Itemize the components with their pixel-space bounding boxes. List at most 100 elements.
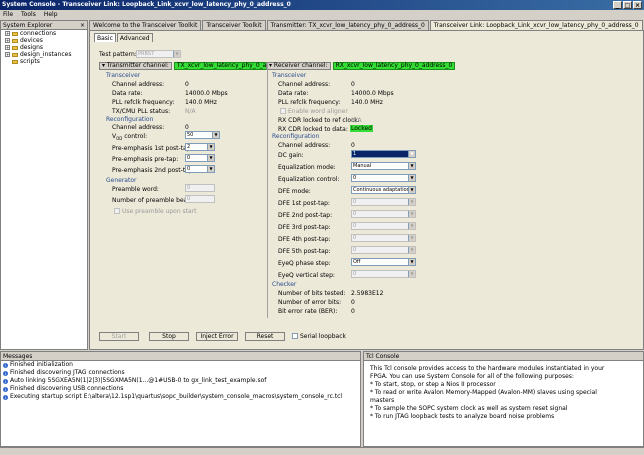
list-item: i Auto linking 5SGXEA5N(1|2|3)|5SGXMA5N(1… xyxy=(3,377,267,384)
system-explorer: System Explorer × + connections + devices … xyxy=(0,20,88,350)
title-bar: System Console - Transceiver Link: Loopb… xyxy=(0,0,644,10)
expand-icon[interactable]: + xyxy=(5,38,10,43)
rx-channel-name: RX_xcvr_low_latency_phy_0_address_0 xyxy=(332,61,456,70)
tx-data-rate-value: 14000.0 Mbps xyxy=(185,90,228,97)
rx-channel-button[interactable]: ▾ Receiver channel: xyxy=(266,61,331,70)
tcl-line: masters xyxy=(370,397,395,404)
tcl-line: * To read or write Avalon Memory-Mapped … xyxy=(370,389,597,396)
use-preamble-checkbox[interactable] xyxy=(114,208,120,214)
stop-button[interactable]: Stop xyxy=(149,332,189,341)
serial-loopback-checkbox[interactable] xyxy=(292,333,298,339)
menu-tools[interactable]: Tools xyxy=(21,10,36,20)
inject-error-button[interactable]: Inject Error xyxy=(196,332,238,341)
list-item: i Finished discovering USB connections xyxy=(3,385,124,392)
info-icon: i xyxy=(3,378,8,384)
pre-emphasis-2nd-label: Pre-emphasis 2nd post-tap: xyxy=(112,167,195,174)
expand-icon[interactable]: + xyxy=(5,45,10,50)
tree-item-scripts[interactable]: scripts xyxy=(1,58,87,65)
tx-refclk-value: 140.0 MHz xyxy=(185,99,217,106)
eyeq-vertical-label: EyeQ vertical step: xyxy=(278,272,335,279)
cdr-ref-label: RX CDR locked to ref clock: xyxy=(278,117,360,124)
eq-mode-select[interactable]: Manual ▼ xyxy=(351,162,416,170)
chevron-down-icon: ▼ xyxy=(408,259,415,265)
tree-item-devices[interactable]: + devices xyxy=(1,37,87,44)
tree-item-connections[interactable]: + connections xyxy=(1,30,87,37)
preamble-word-label: Preamble word: xyxy=(112,186,159,193)
ber-label: Bit error rate (BER): xyxy=(278,308,338,315)
dfe-4th-select[interactable]: 0 ▼ xyxy=(351,234,416,242)
error-bits-value: 0 xyxy=(351,299,355,306)
tab-transceiver-link[interactable]: Transceiver Link: Loopback_Link_xcvr_low… xyxy=(429,20,643,30)
dfe-1st-label: DFE 1st post-tap: xyxy=(278,200,330,207)
eyeq-phase-label: EyeQ phase step: xyxy=(278,260,331,267)
expand-icon[interactable]: + xyxy=(5,52,10,57)
word-aligner-checkbox[interactable] xyxy=(280,108,286,114)
preamble-beats-input[interactable]: 0 xyxy=(185,195,215,203)
panel-divider xyxy=(267,62,268,318)
dfe-mode-select[interactable]: Continuous adaptation ▼ xyxy=(351,186,416,194)
tx-pll-status-label: TX/CMU PLL status: xyxy=(112,108,171,115)
tcl-line: This Tcl console provides access to the … xyxy=(370,365,605,372)
tree-item-design-instances[interactable]: + design_instances xyxy=(1,51,87,58)
chevron-down-icon: ▼ xyxy=(408,199,415,205)
tx-channel-button[interactable]: ▾ Transmitter channel: xyxy=(99,61,172,70)
preamble-word-input[interactable]: 0 xyxy=(185,184,215,192)
dfe-2nd-select[interactable]: 0 ▼ xyxy=(351,210,416,218)
use-preamble-label: Use preamble upon start xyxy=(122,208,197,215)
close-icon[interactable]: × xyxy=(633,1,642,9)
close-icon[interactable]: × xyxy=(80,21,85,30)
pre-emphasis-2nd-select[interactable]: 0 ▼ xyxy=(185,165,215,173)
reset-button[interactable]: Reset xyxy=(245,332,285,341)
start-button[interactable]: Start xyxy=(99,332,139,341)
test-pattern-select[interactable]: PRBS7 ▼ xyxy=(136,50,181,58)
dfe-3rd-select[interactable]: 0 ▼ xyxy=(351,222,416,230)
tree-item-designs[interactable]: + designs xyxy=(1,44,87,51)
menu-file[interactable]: File xyxy=(3,10,13,20)
rx-data-rate-label: Data rate: xyxy=(278,90,309,97)
tab-basic[interactable]: Basic xyxy=(94,33,116,42)
rx-reconfig-address-label: Channel address: xyxy=(278,142,331,149)
folder-icon xyxy=(12,52,18,57)
dfe-5th-label: DFE 5th post-tap: xyxy=(278,248,331,255)
tcl-line: * To start, stop, or step a Nios II proc… xyxy=(370,381,496,388)
eyeq-phase-select[interactable]: Off ▼ xyxy=(351,258,416,266)
vod-control-select[interactable]: 50 ▼ xyxy=(185,131,220,139)
tcl-console-pane[interactable]: Tcl Console This Tcl console provides ac… xyxy=(363,351,644,447)
maximize-icon[interactable]: □ xyxy=(623,1,632,9)
info-icon: i xyxy=(3,370,8,376)
vod-control-label: VOD control: xyxy=(112,133,148,142)
list-item: i Finished initialization xyxy=(3,361,73,368)
rx-refclk-label: PLL refclk frequency: xyxy=(278,99,341,106)
dc-gain-select[interactable]: 1 ▼ xyxy=(351,150,416,158)
rx-channel-bar: ▾ Receiver channel: RX_xcvr_low_latency_… xyxy=(266,61,456,70)
minimize-icon[interactable]: _ xyxy=(613,1,622,9)
rx-channel-address-value: 0 xyxy=(351,81,355,88)
tab-welcome[interactable]: Welcome to the Transceiver Toolkit xyxy=(89,20,202,30)
folder-icon xyxy=(12,59,18,64)
pre-emphasis-pre-label: Pre-emphasis pre-tap: xyxy=(112,156,179,163)
eyeq-vertical-select[interactable]: 0 ▼ xyxy=(351,270,416,278)
tcl-line: * To sample the SOPC system clock as wel… xyxy=(370,405,568,412)
chevron-down-icon: ▼ xyxy=(408,211,415,217)
chevron-down-icon: ▼ xyxy=(207,155,214,161)
rx-refclk-value: 140.0 MHz xyxy=(351,99,383,106)
menu-help[interactable]: Help xyxy=(44,10,58,20)
eq-control-select[interactable]: 0 ▼ xyxy=(351,174,416,182)
cdr-ref-value: N/A xyxy=(351,117,362,124)
chevron-down-icon: ▼ xyxy=(408,187,415,193)
rx-reconfig-address-value: 0 xyxy=(351,142,355,149)
dfe-5th-select[interactable]: 0 ▼ xyxy=(351,246,416,254)
tab-transceiver-toolkit[interactable]: Transceiver Toolkit xyxy=(202,20,266,30)
dfe-1st-select[interactable]: 0 ▼ xyxy=(351,198,416,206)
chevron-down-icon: ▼ xyxy=(408,163,415,169)
tab-advanced[interactable]: Advanced xyxy=(116,33,153,42)
rx-data-rate-value: 14000.0 Mbps xyxy=(351,90,394,97)
tab-transmitter[interactable]: Transmitter: TX_xcvr_low_latency_phy_0_a… xyxy=(266,20,429,30)
status-bar xyxy=(0,447,644,455)
pre-emphasis-1st-select[interactable]: 2 ▼ xyxy=(185,143,215,151)
expand-icon[interactable]: + xyxy=(5,31,10,36)
info-icon: i xyxy=(3,386,8,392)
pre-emphasis-pre-select[interactable]: 0 ▼ xyxy=(185,154,215,162)
document-tabs: Welcome to the Transceiver Toolkit Trans… xyxy=(89,20,644,30)
chevron-down-icon: ▼ xyxy=(207,144,214,150)
